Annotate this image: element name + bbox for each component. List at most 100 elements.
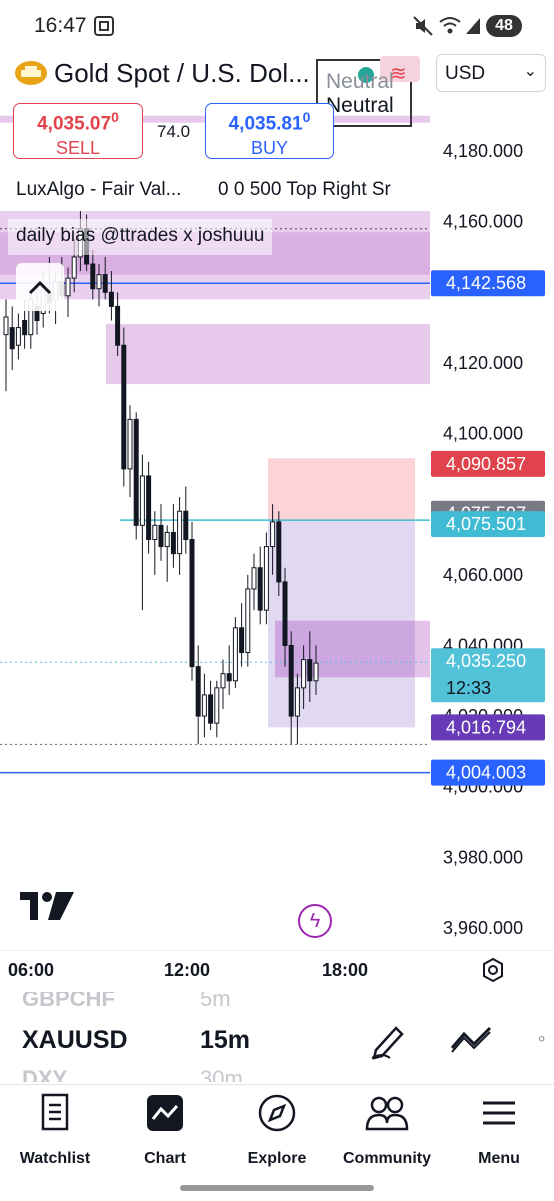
candle-body bbox=[294, 687, 300, 717]
price-zone bbox=[268, 458, 415, 520]
candle-body bbox=[139, 475, 145, 526]
time-tick: 12:00 bbox=[164, 960, 211, 980]
currency-label: USD bbox=[445, 63, 486, 84]
candle-body bbox=[177, 510, 183, 555]
candle-body bbox=[214, 687, 220, 724]
gold-flag-icon bbox=[15, 61, 47, 85]
candle-body bbox=[257, 567, 263, 611]
prev-interval[interactable]: 5m bbox=[200, 992, 231, 1012]
candle-body bbox=[90, 263, 96, 290]
nav-label: Watchlist bbox=[19, 1150, 91, 1167]
sell-price-sup: 0 bbox=[111, 109, 119, 125]
candle-body bbox=[288, 644, 294, 717]
settings-icon[interactable] bbox=[480, 957, 506, 983]
compass-icon bbox=[258, 1094, 296, 1132]
chevron-up-icon bbox=[28, 280, 52, 295]
pencil-icon[interactable] bbox=[368, 1020, 408, 1060]
watchlist-icon bbox=[41, 1093, 69, 1131]
price-tick: 4,120.000 bbox=[443, 353, 523, 373]
nav-label: Community bbox=[343, 1150, 431, 1167]
nav-label: Explore bbox=[247, 1150, 307, 1167]
status-bar: 16:47 48 bbox=[0, 0, 554, 52]
buy-price: 4,035.81 bbox=[228, 113, 303, 135]
community-icon bbox=[365, 1096, 409, 1131]
candle-body bbox=[127, 418, 133, 470]
candle-body bbox=[232, 627, 238, 682]
candle-body bbox=[96, 274, 102, 290]
candle-body bbox=[245, 588, 251, 654]
time-axis[interactable]: 06:00 12:00 18:00 bbox=[0, 950, 554, 993]
price-tick: 4,160.000 bbox=[443, 212, 523, 232]
time-tick: 06:00 bbox=[8, 960, 55, 980]
spread-value: 74.0 bbox=[157, 122, 191, 141]
time-tick: 18:00 bbox=[322, 960, 369, 980]
mute-icon bbox=[413, 16, 433, 36]
price-tick: 3,980.000 bbox=[443, 847, 523, 867]
candle-body bbox=[102, 274, 108, 293]
sell-price: 4,035.07 bbox=[37, 113, 112, 135]
nav-label: Chart bbox=[144, 1150, 186, 1167]
symbol-title[interactable]: Gold Spot / U.S. Dol... bbox=[54, 58, 310, 89]
candle-body bbox=[152, 524, 158, 541]
more-tools-icon[interactable]: ∘ bbox=[536, 1028, 547, 1049]
candle-body bbox=[276, 521, 282, 583]
lightning-icon[interactable]: ϟ bbox=[298, 904, 332, 938]
badge-line-1: Neutral bbox=[326, 70, 394, 93]
price-tag-label: 4,075.501 bbox=[446, 514, 526, 534]
wifi-icon bbox=[439, 17, 461, 34]
price-tick: 4,100.000 bbox=[443, 424, 523, 444]
sell-button[interactable]: 4,035.070 SELL bbox=[13, 103, 143, 159]
symbol-picker[interactable]: GBPCHF 5m XAUUSD 15m DXY 30m ∘ bbox=[0, 992, 554, 1082]
price-tag-label: 4,016.794 bbox=[446, 717, 526, 737]
candle-body bbox=[65, 277, 71, 297]
candle-body bbox=[108, 291, 114, 307]
current-symbol[interactable]: XAUUSD bbox=[22, 1026, 128, 1055]
buy-button[interactable]: 4,035.810 BUY bbox=[205, 103, 334, 159]
next-symbol[interactable]: DXY bbox=[22, 1066, 67, 1082]
bottom-nav: Watchlist Chart Explore Community Menu bbox=[0, 1084, 554, 1201]
collapse-legend-button[interactable] bbox=[16, 263, 64, 311]
currency-select[interactable]: USD ⌄ bbox=[436, 54, 546, 92]
tradingview-logo-icon bbox=[20, 892, 74, 920]
candle-body bbox=[195, 666, 201, 717]
sell-label: SELL bbox=[55, 138, 101, 159]
prev-symbol[interactable]: GBPCHF bbox=[22, 992, 115, 1012]
trendline-icon[interactable] bbox=[448, 1022, 494, 1056]
candle-body bbox=[121, 344, 127, 470]
candle-body bbox=[201, 694, 207, 717]
candle-body bbox=[282, 581, 288, 646]
price-tag-label: 4,035.250 bbox=[446, 651, 526, 671]
candle-body bbox=[263, 546, 269, 611]
candle-body bbox=[146, 475, 152, 541]
nav-chart[interactable]: Chart bbox=[110, 1093, 220, 1168]
chart-icon bbox=[147, 1095, 183, 1131]
buy-price-sup: 0 bbox=[302, 109, 311, 125]
candle-body bbox=[158, 524, 164, 548]
gesture-bar bbox=[180, 1185, 374, 1191]
candle-body bbox=[115, 305, 121, 346]
chevron-down-icon: ⌄ bbox=[523, 63, 537, 80]
candle-body bbox=[164, 531, 170, 548]
candle-body bbox=[133, 418, 139, 526]
candle-body bbox=[170, 531, 176, 555]
nav-explore[interactable]: Explore bbox=[222, 1093, 332, 1168]
nav-community[interactable]: Community bbox=[332, 1093, 442, 1168]
candle-body bbox=[183, 510, 189, 540]
countdown-label: 12:33 bbox=[446, 678, 491, 698]
indicator-daily-bias[interactable]: daily bias @ttrades x joshuuu bbox=[8, 219, 273, 255]
candle-body bbox=[313, 662, 319, 682]
price-tick: 3,960.000 bbox=[443, 918, 523, 938]
current-interval[interactable]: 15m bbox=[200, 1026, 250, 1055]
nav-watchlist[interactable]: Watchlist bbox=[0, 1093, 110, 1168]
candle-body bbox=[71, 256, 77, 279]
price-tick: 4,180.000 bbox=[443, 141, 523, 161]
candle-body bbox=[3, 316, 9, 336]
candle-body bbox=[189, 539, 195, 668]
indicator-name: LuxAlgo - Fair Val... bbox=[16, 179, 182, 200]
nav-menu[interactable]: Menu bbox=[444, 1093, 554, 1168]
candle-body bbox=[301, 659, 307, 689]
indicator-luxalgo[interactable]: LuxAlgo - Fair Val... bbox=[16, 179, 181, 201]
indicator-params: 0 0 500 Top Right Sr bbox=[218, 179, 391, 200]
candle-body bbox=[251, 567, 257, 590]
next-interval[interactable]: 30m bbox=[200, 1066, 243, 1082]
